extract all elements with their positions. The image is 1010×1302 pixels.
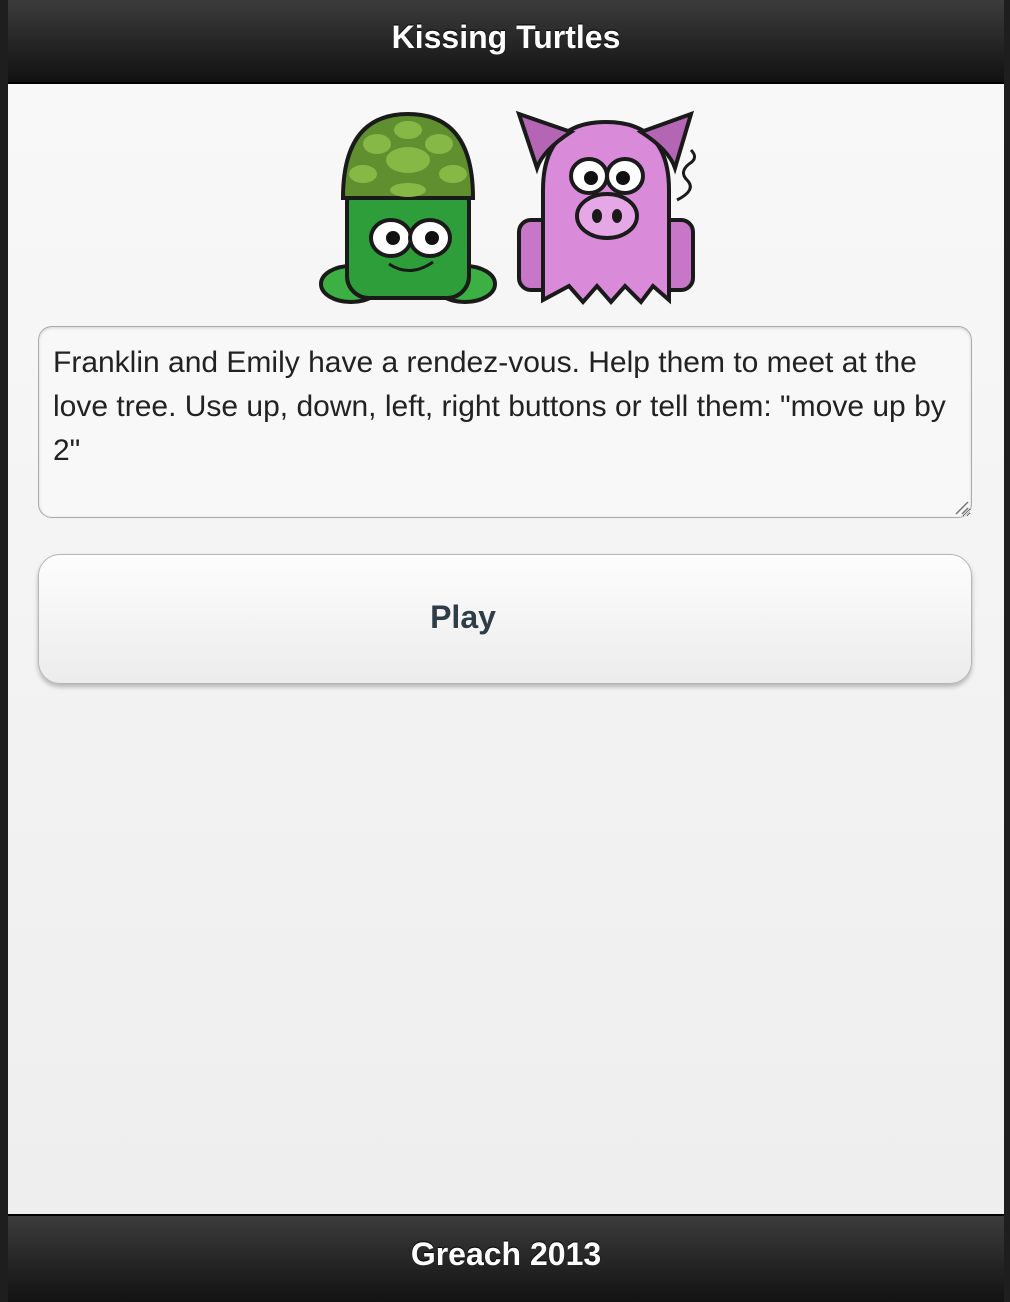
play-button-label: Play — [430, 598, 496, 635]
turtle-icon — [319, 111, 497, 304]
main-content: Franklin and Emily have a rendez-vous. H… — [8, 84, 1004, 1214]
header-bar: Kissing Turtles — [8, 0, 1004, 84]
app-screen: Kissing Turtles Franklin and Emily have … — [8, 0, 1004, 1302]
right-editor-edge — [1004, 0, 1010, 1302]
message-textarea[interactable]: Franklin and Emily have a rendez-vous. H… — [38, 326, 972, 518]
pig-icon — [515, 110, 696, 306]
footer-title: Greach 2013 — [410, 1235, 602, 1272]
characters-illustration — [313, 110, 703, 306]
footer-bar: Greach 2013 — [8, 1214, 1004, 1302]
resize-grip-icon[interactable] — [952, 498, 970, 516]
left-editor-edge — [0, 0, 8, 1302]
play-button[interactable]: Play — [38, 554, 972, 684]
page-title: Kissing Turtles — [391, 18, 621, 55]
